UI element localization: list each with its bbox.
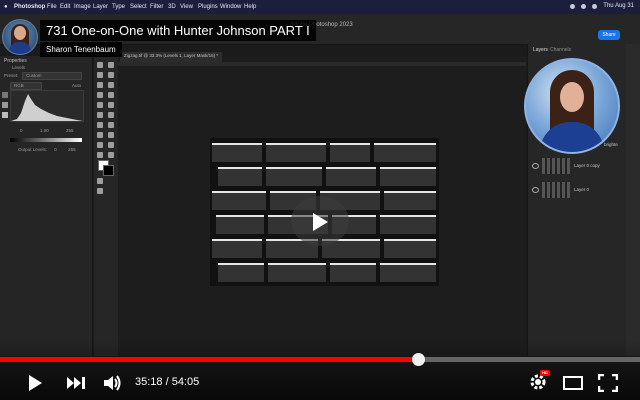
marquee-tool-icon[interactable] — [97, 72, 103, 78]
input-white-value[interactable]: 255 — [66, 128, 74, 133]
artboard-tool-icon[interactable] — [108, 62, 114, 68]
blur-tool-icon[interactable] — [108, 122, 114, 128]
video-title[interactable]: 731 One-on-One with Hunter Johnson PART … — [40, 20, 316, 41]
eraser-tool-icon[interactable] — [108, 112, 114, 118]
eyedropper-black-icon[interactable] — [2, 92, 8, 98]
output-levels: Output Levels: 0 255 — [18, 147, 76, 152]
next-icon[interactable] — [66, 376, 86, 390]
stamp-tool-icon[interactable] — [108, 102, 114, 108]
pen-tool-icon[interactable] — [108, 132, 114, 138]
layer-name: brighte — [604, 142, 618, 147]
menu-file[interactable]: File — [47, 4, 57, 10]
tab-channels[interactable]: Channels — [550, 47, 571, 53]
facade-floor — [210, 258, 439, 282]
levels-histogram[interactable] — [10, 90, 84, 122]
move-tool-icon[interactable] — [97, 62, 103, 68]
menubar-clock[interactable]: Thu Aug 31 — [603, 3, 634, 9]
layer-row[interactable]: Layer 0 copy — [530, 156, 626, 176]
eyedropper-tool-icon[interactable] — [97, 92, 103, 98]
lasso-tool-icon[interactable] — [108, 72, 114, 78]
menu-filter[interactable]: Filter — [150, 4, 163, 10]
facade-floor — [210, 162, 439, 186]
output-levels-label: Output Levels: — [18, 147, 48, 152]
properties-tab[interactable]: Properties — [4, 58, 27, 64]
menu-help[interactable]: Help — [244, 4, 256, 10]
input-gamma-value[interactable]: 1.00 — [40, 128, 49, 133]
facade-floor — [210, 138, 439, 162]
menu-type[interactable]: Type — [112, 4, 125, 10]
gradient-tool-icon[interactable] — [97, 122, 103, 128]
type-tool-icon[interactable] — [97, 142, 103, 148]
background-color-swatch[interactable] — [103, 165, 114, 176]
layer-name: Layer 0 copy — [574, 163, 600, 168]
control-center-icon[interactable] — [581, 3, 587, 9]
eyedropper-gray-icon[interactable] — [2, 102, 8, 108]
properties-sublabel: Levels — [12, 65, 26, 70]
channel-name[interactable]: Sharon Tenenbaum — [40, 42, 122, 57]
wifi-icon[interactable] — [570, 3, 576, 9]
play-icon[interactable] — [26, 374, 44, 392]
menu-view[interactable]: View — [180, 4, 193, 10]
crop-tool-icon[interactable] — [108, 82, 114, 88]
share-button[interactable]: Share — [598, 30, 620, 40]
preset-label: Preset: — [4, 73, 19, 78]
quick-mask-icon[interactable] — [97, 188, 103, 194]
menu-layer[interactable]: Layer — [93, 4, 108, 10]
progress-scrubber[interactable] — [412, 353, 425, 366]
theater-mode-icon[interactable] — [562, 375, 584, 391]
menu-select[interactable]: Select — [130, 4, 147, 10]
presenter-webcam — [524, 58, 620, 154]
tools-panel — [94, 56, 119, 356]
layer-name: Layer 0 — [574, 187, 590, 192]
layer-thumbnail — [542, 158, 570, 174]
menu-app-name[interactable]: Photoshop — [14, 4, 45, 10]
tab-layers[interactable]: Layers — [533, 47, 548, 53]
history-brush-tool-icon[interactable] — [97, 112, 103, 118]
brush-tool-icon[interactable] — [97, 102, 103, 108]
input-black-value[interactable]: 0 — [20, 128, 23, 133]
visibility-eye-icon[interactable] — [532, 187, 539, 193]
output-gradient[interactable] — [10, 138, 82, 142]
panel-dock-strip — [626, 44, 640, 356]
histogram-graph — [11, 94, 83, 121]
output-black-value[interactable]: 0 — [54, 147, 57, 152]
center-play-icon — [313, 213, 328, 231]
output-white-value[interactable]: 255 — [68, 147, 76, 152]
shape-tool-icon[interactable] — [97, 152, 103, 158]
top-ruler — [118, 62, 526, 66]
auto-button[interactable]: Auto — [72, 83, 81, 88]
hd-badge: HD — [540, 370, 550, 376]
edit-toolbar-icon[interactable] — [97, 178, 103, 184]
menu-3d[interactable]: 3D — [168, 4, 176, 10]
dodge-tool-icon[interactable] — [97, 132, 103, 138]
layer-row[interactable]: Layer 0 — [530, 180, 626, 200]
channel-avatar[interactable] — [2, 19, 38, 55]
volume-icon[interactable] — [102, 373, 122, 393]
menu-plugins[interactable]: Plugins — [198, 4, 218, 10]
hand-tool-icon[interactable] — [108, 152, 114, 158]
preset-dropdown[interactable]: Custom — [22, 72, 82, 80]
healing-tool-icon[interactable] — [108, 92, 114, 98]
channel-dropdown[interactable]: RGB — [10, 82, 42, 90]
progress-played — [0, 357, 418, 362]
menu-edit[interactable]: Edit — [60, 4, 70, 10]
search-icon[interactable] — [592, 3, 598, 9]
menu-window[interactable]: Window — [220, 4, 241, 10]
path-select-tool-icon[interactable] — [108, 142, 114, 148]
macos-menubar: ● Photoshop File Edit Image Layer Type S… — [0, 0, 640, 14]
eyedropper-white-icon[interactable] — [2, 112, 8, 118]
apple-icon[interactable]: ● — [4, 4, 8, 10]
menu-image[interactable]: Image — [74, 4, 91, 10]
quick-select-tool-icon[interactable] — [97, 82, 103, 88]
visibility-eye-icon[interactable] — [532, 163, 539, 169]
time-display: 35:18 / 54:05 — [135, 376, 200, 388]
layer-thumbnail — [542, 182, 570, 198]
fullscreen-icon[interactable] — [598, 374, 618, 392]
document-tab[interactable]: Zigzag.tif @ 33.3% (Levels 1, Layer Mask… — [120, 52, 223, 62]
